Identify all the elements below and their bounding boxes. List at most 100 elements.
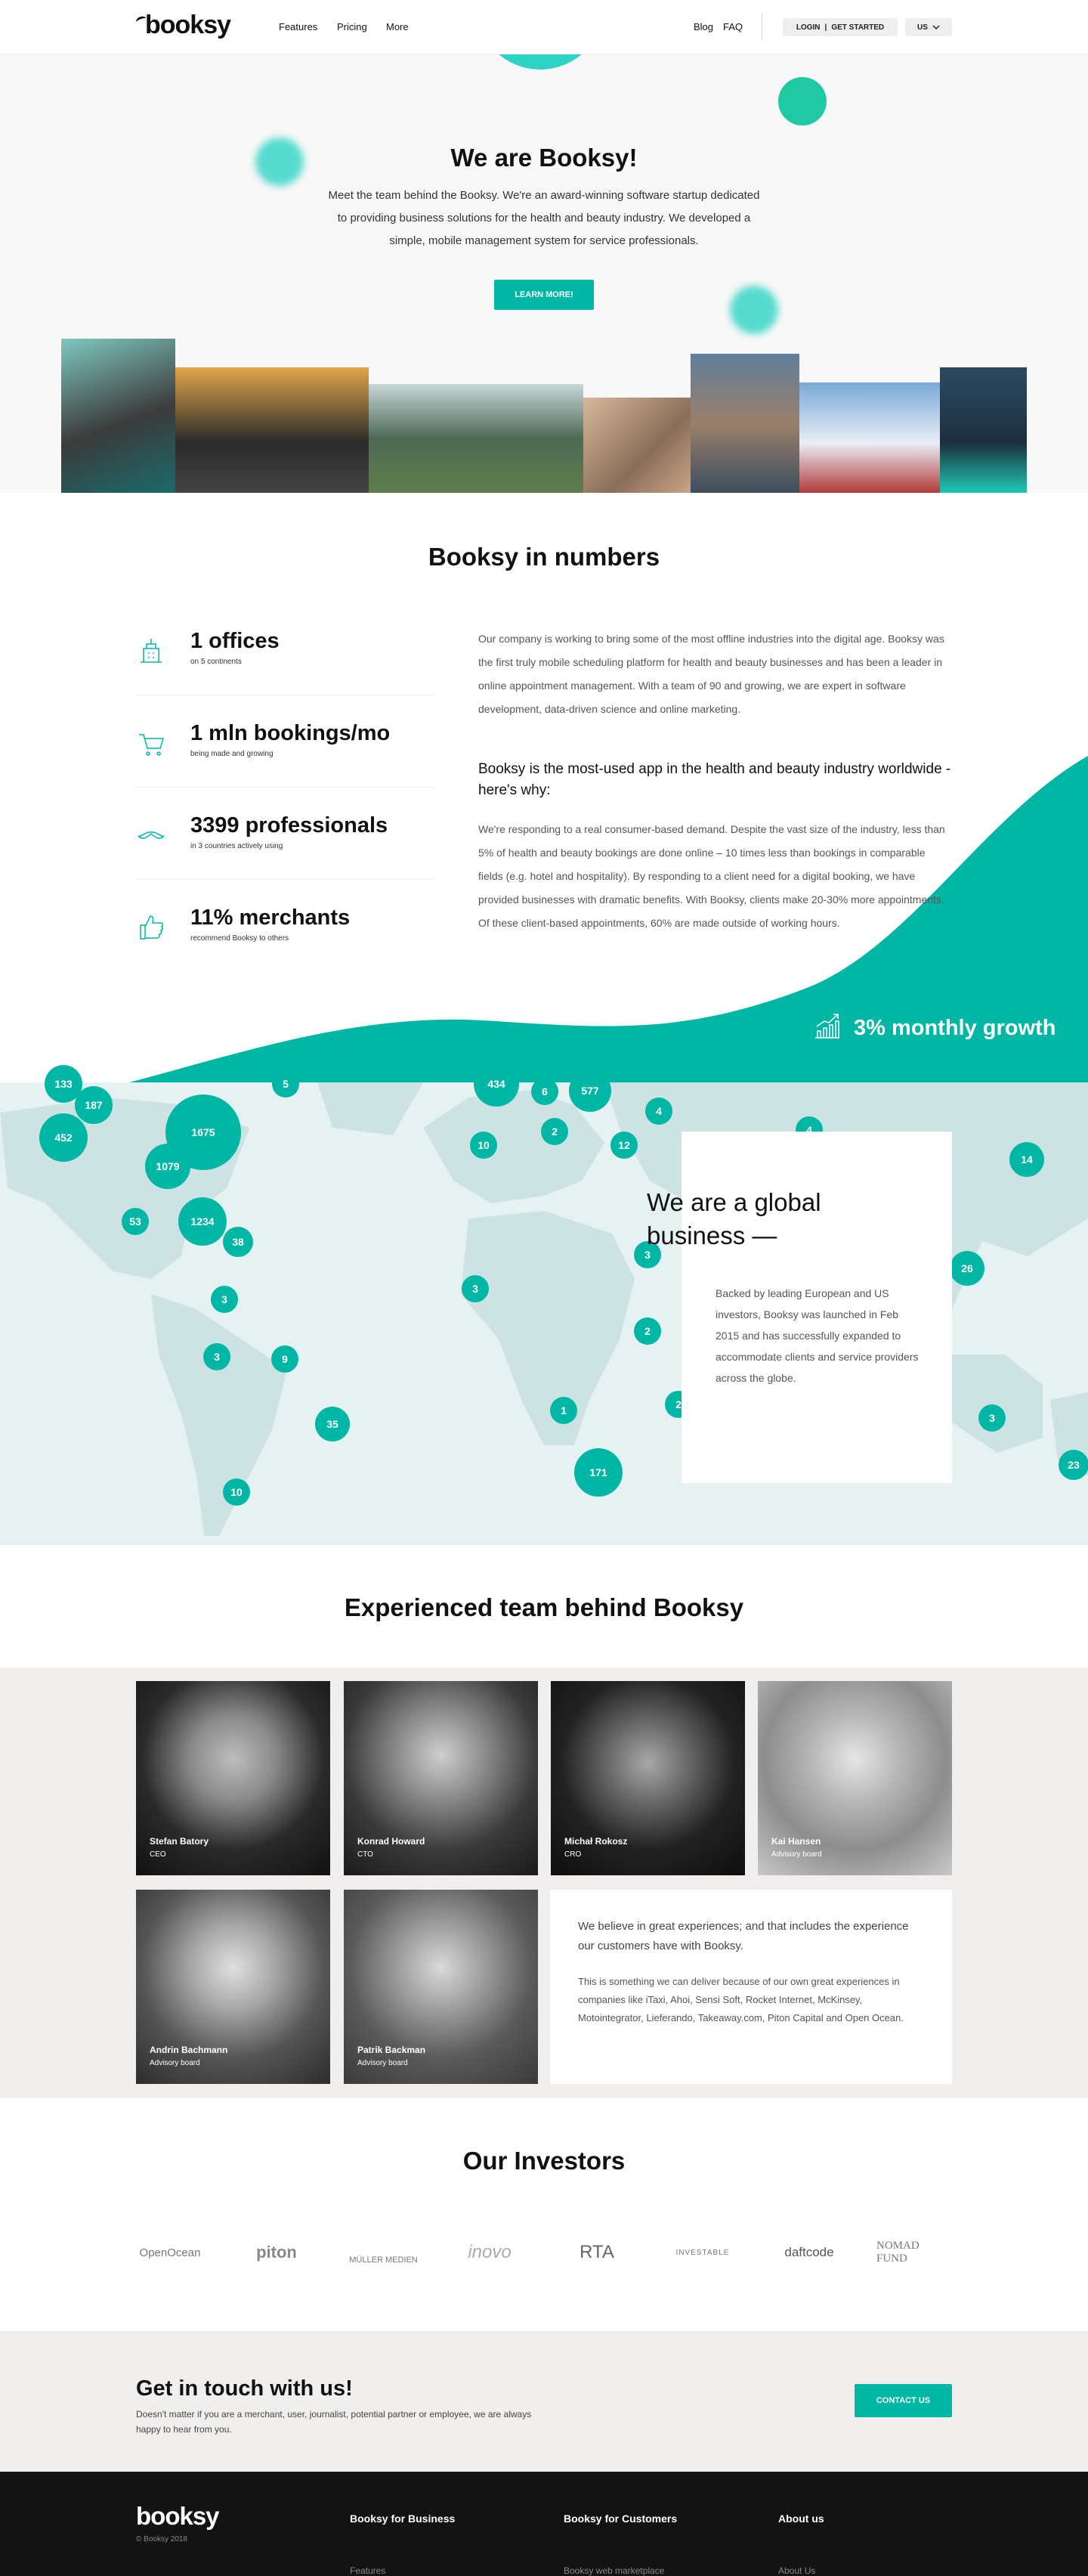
stat-merchants: 11% merchants recommend Booksy to others — [136, 889, 434, 972]
team-member-card[interactable]: Michał Rokosz CRO — [551, 1681, 745, 1875]
global-business-title: We are a global business — — [647, 1188, 821, 1249]
member-role: Advisory board — [357, 2059, 408, 2067]
numbers-title: Booksy in numbers — [428, 543, 660, 571]
numbers-heading: Booksy is the most-used app in the healt… — [478, 761, 951, 798]
map-bubble[interactable]: 6 — [531, 1078, 558, 1105]
investor-logo-inovo[interactable]: inovo — [452, 2230, 527, 2275]
stat-bookings: 1 mln bookings/mo being made and growing — [136, 704, 434, 788]
decorative-blob — [476, 54, 604, 70]
stat-caption: being made and growing — [190, 750, 274, 758]
hero-description: Meet the team behind the Booksy. We're a… — [328, 189, 760, 247]
contact-us-button[interactable]: CONTACT US — [855, 2384, 952, 2417]
contact-section: Get in touch with us! Doesn't matter if … — [0, 2331, 1088, 2472]
get-started-label[interactable]: GET STARTED — [831, 23, 884, 32]
map-bubble[interactable]: 10 — [223, 1478, 250, 1506]
map-bubble[interactable]: 53 — [122, 1208, 149, 1235]
map-bubble[interactable]: 10 — [470, 1132, 497, 1159]
footer-link-about-us[interactable]: About Us — [778, 2565, 815, 2576]
map-bubble[interactable]: 187 — [75, 1086, 113, 1124]
mustache-icon — [138, 831, 165, 839]
building-icon — [141, 639, 162, 663]
map-bubble[interactable]: 9 — [271, 1345, 298, 1373]
team-card-intro: We believe in great experiences; and tha… — [578, 1920, 909, 1952]
hero-title: We are Booksy! — [450, 144, 638, 172]
map-bubble[interactable]: 452 — [39, 1113, 88, 1162]
map-bubble[interactable]: 3 — [211, 1286, 238, 1313]
team-member-card[interactable]: Stefan Batory CEO — [136, 1681, 330, 1875]
team-title: Experienced team behind Booksy — [344, 1593, 744, 1621]
map-bubble[interactable]: 1 — [550, 1397, 577, 1424]
map-bubble[interactable]: 3 — [978, 1404, 1006, 1432]
stat-caption: in 3 countries actively using — [190, 842, 283, 850]
nav-features-link[interactable]: Features — [279, 21, 317, 33]
investor-logo-rta[interactable]: RTA — [563, 2230, 631, 2275]
stat-caption: on 5 continents — [190, 658, 242, 666]
nav-more-link[interactable]: More — [386, 21, 409, 33]
map-bubble[interactable]: 35 — [315, 1407, 350, 1441]
team-photo-group-indoor — [175, 367, 369, 493]
map-bubble[interactable]: 3 — [462, 1275, 489, 1302]
investor-logo-piton[interactable]: piton — [239, 2230, 314, 2275]
team-experience-card: We believe in great experiences; and tha… — [550, 1890, 952, 2084]
map-bubble[interactable]: 14 — [1009, 1142, 1044, 1177]
numbers-paragraph-why: We're responding to a real consumer-base… — [478, 823, 945, 929]
cart-icon — [139, 734, 165, 756]
map-bubble[interactable]: 12 — [610, 1132, 638, 1159]
stat-professionals: 3399 professionals in 3 countries active… — [136, 797, 434, 880]
learn-more-button[interactable]: LEARN MORE! — [494, 280, 594, 310]
map-bubble[interactable]: 577 — [569, 1070, 611, 1112]
investor-logo-investable[interactable]: INVESTABLE — [665, 2230, 740, 2275]
map-bubble[interactable]: 4 — [645, 1098, 672, 1125]
footer-copyright: © Booksy 2018 — [136, 2535, 187, 2543]
map-bubble[interactable]: 23 — [1059, 1450, 1088, 1480]
member-name: Patrik Backman — [357, 2045, 426, 2055]
team-member-card[interactable]: Kai Hansen Advisory board — [758, 1681, 952, 1875]
map-bubble[interactable]: 2 — [541, 1118, 568, 1145]
chevron-down-icon — [932, 25, 940, 30]
stat-value: 1 mln bookings/mo — [190, 721, 391, 745]
investors-title: Our Investors — [462, 2147, 626, 2175]
footer-link-features[interactable]: Features — [350, 2565, 385, 2576]
footer-column-customers: Booksy for Customers — [564, 2513, 678, 2525]
team-member-card[interactable]: Konrad Howard CTO — [344, 1681, 538, 1875]
stat-offices: 1 offices on 5 continents — [136, 612, 434, 695]
country-select[interactable]: US — [905, 18, 952, 36]
member-name: Stefan Batory — [150, 1836, 209, 1847]
team-photo-selfie — [691, 354, 799, 493]
map-bubble[interactable]: 5 — [272, 1070, 299, 1098]
map-bubble[interactable]: 1234 — [178, 1197, 227, 1246]
login-get-started-button[interactable]: LOGIN | GET STARTED — [783, 18, 898, 36]
decorative-blob — [778, 77, 827, 125]
booksy-logo[interactable]: booksy — [134, 11, 231, 40]
stat-caption: recommend Booksy to others — [190, 934, 289, 943]
nav-pricing-link[interactable]: Pricing — [337, 21, 367, 33]
footer-column-business: Booksy for Business — [350, 2513, 456, 2525]
team-member-card[interactable]: Andrin Bachmann Advisory board — [136, 1890, 330, 2084]
team-photo-booth — [940, 367, 1027, 493]
investor-logo-daftcode[interactable]: daftcode — [775, 2230, 843, 2275]
hero-section: We are Booksy! Meet the team behind the … — [0, 54, 1088, 493]
footer-logo[interactable]: booksy — [136, 2502, 220, 2531]
country-value: US — [917, 23, 928, 32]
map-bubble[interactable]: 3 — [203, 1343, 230, 1370]
map-bubble[interactable]: 2 — [634, 1317, 661, 1345]
nav-faq-link[interactable]: FAQ — [723, 21, 743, 33]
stat-value: 3399 professionals — [190, 813, 388, 838]
login-label[interactable]: LOGIN — [796, 23, 821, 32]
footer-link-marketplace[interactable]: Booksy web marketplace — [564, 2565, 664, 2576]
top-navbar: booksy Features Pricing More Blog FAQ LO… — [0, 0, 1088, 54]
map-bubble[interactable]: 1079 — [145, 1144, 190, 1189]
growth-label: 3% monthly growth — [854, 1016, 1056, 1040]
investor-logo-openocean[interactable]: OpenOcean — [136, 2230, 204, 2275]
nav-blog-link[interactable]: Blog — [694, 21, 713, 33]
map-bubble[interactable]: 171 — [574, 1448, 623, 1497]
member-role: CRO — [564, 1850, 582, 1859]
map-bubble[interactable]: 26 — [950, 1251, 984, 1286]
thumbs-up-icon — [140, 915, 164, 940]
map-bubble[interactable]: 434 — [474, 1061, 519, 1107]
team-member-card[interactable]: Patrik Backman Advisory board — [344, 1890, 538, 2084]
investor-logo-muller-medien[interactable]: MÜLLER MEDIEN — [344, 2230, 423, 2275]
investor-logo-nomad-fund[interactable]: NOMAD FUND — [876, 2230, 952, 2275]
member-role: Advisory board — [150, 2059, 200, 2067]
map-bubble[interactable]: 38 — [223, 1227, 253, 1257]
